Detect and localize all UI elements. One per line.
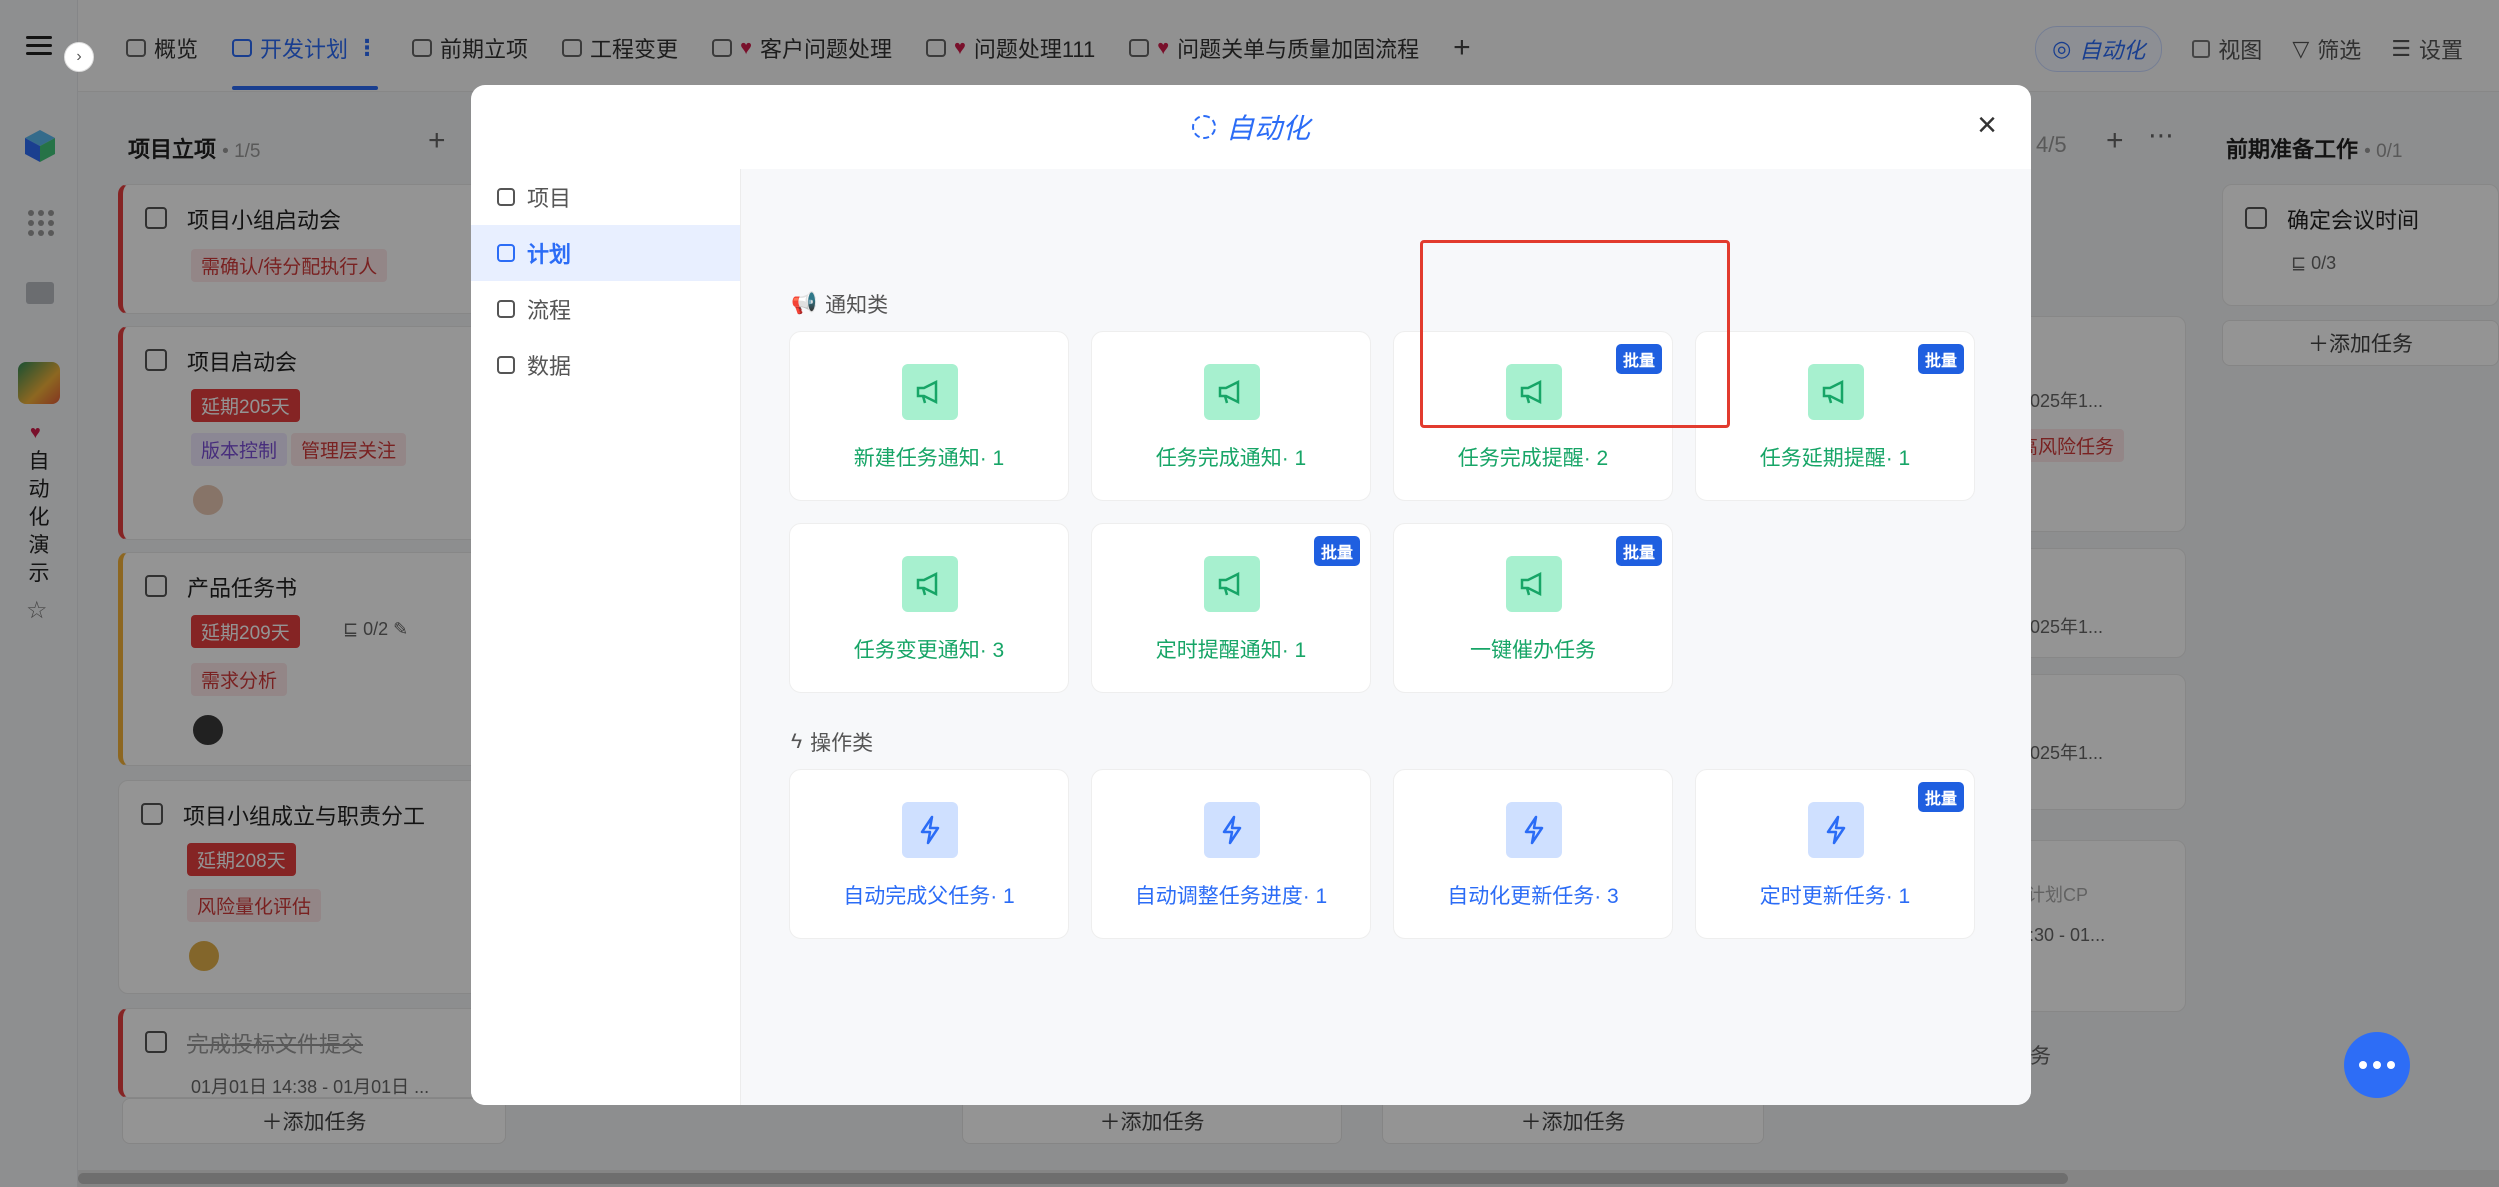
hexagon-icon — [497, 188, 515, 206]
modal-content: 📢 通知类 新建任务通知· 1 任务完成通知· 1 批量 任务完成提醒· 2 批量… — [741, 169, 2031, 1105]
automation-card-auto-adjust-progress[interactable]: 自动调整任务进度· 1 — [1091, 769, 1371, 939]
nav-item-flow[interactable]: 流程 — [471, 281, 740, 337]
automation-icon — [1191, 115, 1216, 139]
batch-badge: 批量 — [1917, 344, 1964, 374]
megaphone-icon — [1808, 364, 1864, 420]
automation-card-scheduled-reminder[interactable]: 批量 定时提醒通知· 1 — [1091, 523, 1371, 693]
modal-sidebar: 项目 计划 流程 数据 — [471, 169, 741, 1105]
close-icon[interactable]: × — [1969, 107, 2005, 143]
megaphone-icon — [902, 364, 958, 420]
automation-card-scheduled-update[interactable]: 批量 定时更新任务· 1 — [1695, 769, 1975, 939]
section-title-notify: 📢 通知类 — [791, 292, 889, 317]
batch-badge: 批量 — [1313, 536, 1360, 566]
batch-badge: 批量 — [1615, 536, 1662, 566]
megaphone-icon — [1506, 556, 1562, 612]
automation-card-new-task-notify[interactable]: 新建任务通知· 1 — [789, 331, 1069, 501]
doc-icon — [497, 356, 515, 374]
expand-chevron-icon[interactable]: › — [64, 42, 94, 72]
batch-badge: 批量 — [1917, 782, 1964, 812]
megaphone-icon: 📢 — [791, 292, 818, 315]
automation-card-auto-update-task[interactable]: 自动化更新任务· 3 — [1393, 769, 1673, 939]
automation-card-task-complete-notify[interactable]: 任务完成通知· 1 — [1091, 331, 1371, 501]
automation-card-task-delay-reminder[interactable]: 批量 任务延期提醒· 1 — [1695, 331, 1975, 501]
nav-item-project[interactable]: 项目 — [471, 169, 740, 225]
automation-card-urge-task[interactable]: 批量 一键催办任务 — [1393, 523, 1673, 693]
nav-item-plan[interactable]: 计划 — [471, 225, 740, 281]
automation-card-auto-complete-parent[interactable]: 自动完成父任务· 1 — [789, 769, 1069, 939]
megaphone-icon — [902, 556, 958, 612]
highlight-box — [1420, 240, 1730, 428]
lightning-icon — [1808, 802, 1864, 858]
modal-title: 自动化 — [1225, 113, 1310, 144]
automation-card-task-change-notify[interactable]: 任务变更通知· 3 — [789, 523, 1069, 693]
megaphone-icon — [1204, 364, 1260, 420]
lightning-icon: ϟ — [791, 730, 803, 753]
megaphone-icon — [1204, 556, 1260, 612]
lightning-icon — [902, 802, 958, 858]
lightning-icon — [1506, 802, 1562, 858]
section-title-action: ϟ 操作类 — [791, 730, 874, 755]
flow-icon — [497, 300, 515, 318]
nav-item-data[interactable]: 数据 — [471, 337, 740, 393]
lightning-icon — [1204, 802, 1260, 858]
modal-header: 自动化 — [471, 85, 2031, 169]
automation-modal: 自动化 × 项目 计划 流程 数据 📢 通知类 新建任务通知· 1 任务完成通知·… — [471, 85, 2031, 1105]
chat-fab-button[interactable] — [2344, 1032, 2410, 1098]
board-icon — [497, 244, 515, 262]
